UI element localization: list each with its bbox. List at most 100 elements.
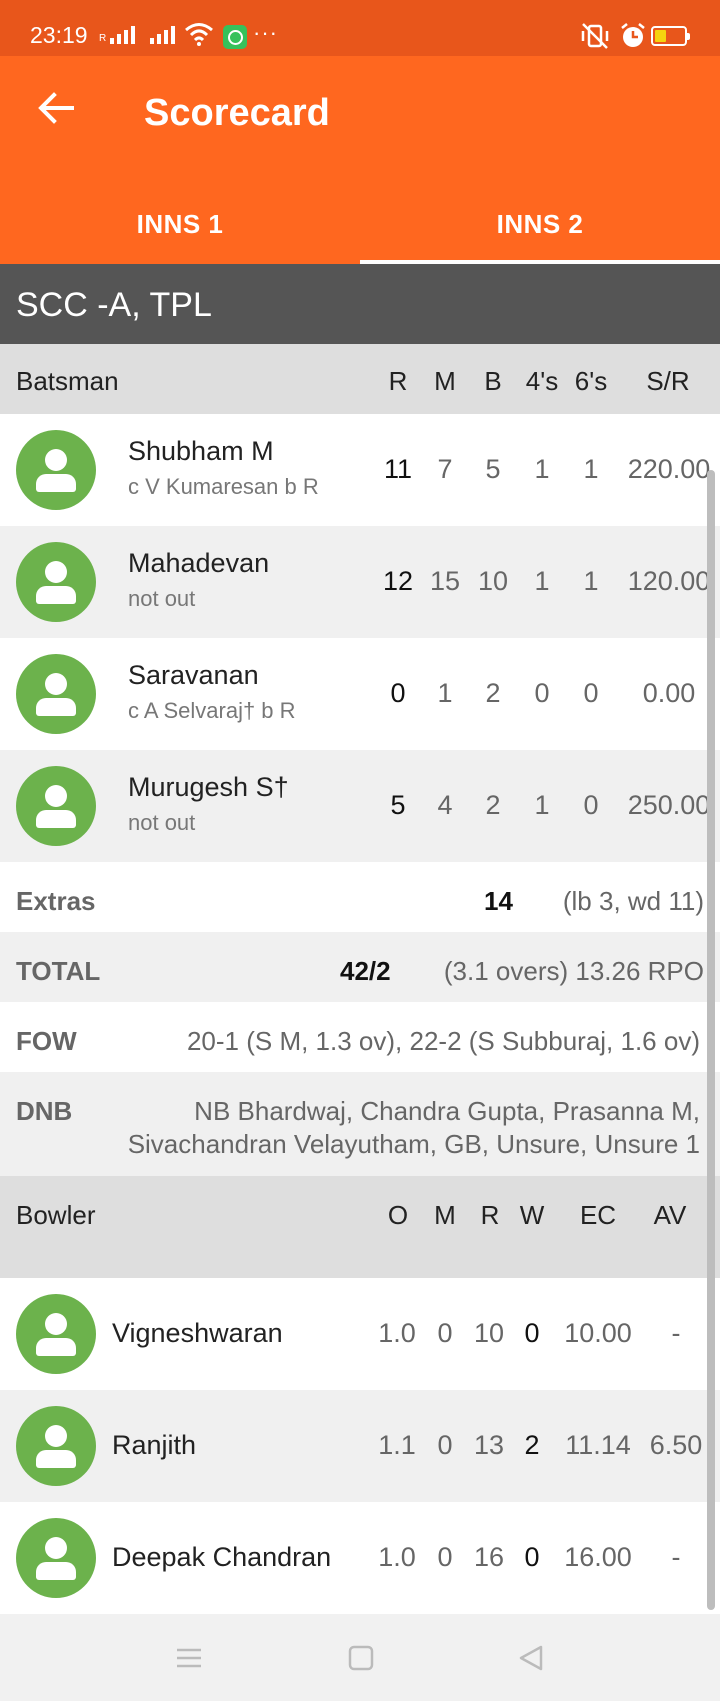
bowling-header: Bowler O M R W EC AV (0, 1176, 720, 1278)
signal-icon: R (99, 24, 136, 44)
batsman-row[interactable]: Saravanan c A Selvaraj† b R 0 1 2 0 0 0.… (0, 638, 720, 750)
runs: 11 (383, 454, 413, 484)
overs: 1.1 (378, 1430, 416, 1460)
dnb-line-1: NB Bhardwaj, Chandra Gupta, Prasanna M, (194, 1096, 700, 1126)
wifi-icon (185, 23, 213, 46)
status-bar: 23:19 R ··· (0, 0, 720, 56)
batsman-name: Mahadevan (128, 548, 270, 578)
header-runs: R (388, 366, 408, 396)
fours: 1 (534, 566, 550, 596)
header-economy: EC (579, 1200, 617, 1230)
menu-icon[interactable] (174, 1643, 204, 1673)
header-strike-rate: S/R (646, 366, 690, 396)
balls: 5 (485, 454, 501, 484)
runs: 12 (382, 566, 414, 596)
dnb-row: DNB NB Bhardwaj, Chandra Gupta, Prasanna… (0, 1072, 720, 1176)
dismissal: c V Kumaresan b R (128, 474, 319, 499)
extras-row: Extras 14 (lb 3, wd 11) (0, 862, 720, 932)
batsman-row[interactable]: Mahadevan not out 12 15 10 1 1 120.00 (0, 526, 720, 638)
batting-header: Batsman R M B 4's 6's S/R (0, 344, 720, 414)
total-detail: (3.1 overs) 13.26 RPO (443, 956, 704, 986)
total-label: TOTAL (16, 956, 101, 986)
overs: 1.0 (378, 1318, 416, 1348)
dnb-label: DNB (16, 1096, 73, 1126)
header-runs-conceded: R (480, 1200, 500, 1230)
signal-icon-2 (150, 24, 175, 44)
batsman-row[interactable]: Shubham M c V Kumaresan b R 11 7 5 1 1 2… (0, 414, 720, 526)
avatar-icon (16, 542, 96, 622)
strike-rate: 0.00 (642, 678, 696, 708)
sixes: 1 (583, 454, 599, 484)
runs: 0 (390, 678, 406, 708)
balls: 10 (477, 566, 509, 596)
runs-conceded: 13 (473, 1430, 505, 1460)
header-fours: 4's (525, 366, 559, 396)
vibrate-mute-icon (581, 23, 609, 49)
fow-text: 20-1 (S M, 1.3 ov), 22-2 (S Subburaj, 1.… (186, 1026, 700, 1056)
tab-inns-1[interactable]: INNS 1 (0, 184, 360, 264)
bowler-row[interactable]: Deepak Chandran 1.0 0 16 0 16.00 - (0, 1502, 720, 1614)
maidens: 0 (437, 1430, 453, 1460)
overs: 1.0 (378, 1542, 416, 1572)
avatar-icon (16, 1294, 96, 1374)
total-row: TOTAL 42/2 (3.1 overs) 13.26 RPO (0, 932, 720, 1002)
runs: 5 (390, 790, 406, 820)
economy: 11.14 (565, 1430, 631, 1460)
dismissal: c A Selvaraj† b R (128, 698, 296, 723)
bowler-name: Deepak Chandran (112, 1542, 332, 1572)
scrollbar[interactable] (707, 470, 715, 1610)
maidens: 0 (437, 1542, 453, 1572)
sixes: 0 (583, 678, 599, 708)
dismissal: not out (128, 810, 196, 835)
runs-conceded: 10 (473, 1318, 505, 1348)
home-square-icon[interactable] (346, 1643, 376, 1673)
system-nav-bar (0, 1615, 720, 1701)
runs-conceded: 16 (473, 1542, 505, 1572)
avatar-icon (16, 654, 96, 734)
strike-rate: 220.00 (627, 454, 711, 484)
whatsapp-icon (223, 25, 247, 49)
bowler-row[interactable]: Vigneshwaran 1.0 0 10 0 10.00 - (0, 1278, 720, 1390)
back-triangle-icon[interactable] (516, 1643, 546, 1673)
alarm-icon (621, 23, 645, 47)
header-minutes: M (434, 366, 456, 396)
back-arrow-icon[interactable] (34, 86, 78, 130)
batsman-name: Saravanan (128, 660, 259, 690)
minutes: 7 (437, 454, 453, 484)
batsman-name: Murugesh S† (128, 772, 289, 802)
avatar-icon (16, 1518, 96, 1598)
sixes: 1 (583, 566, 599, 596)
maidens: 0 (437, 1318, 453, 1348)
wickets: 0 (524, 1318, 540, 1348)
balls: 2 (485, 678, 501, 708)
total-value: 42/2 (340, 956, 391, 986)
fours: 1 (534, 790, 550, 820)
page-title: Scorecard (144, 92, 330, 134)
header-maidens: M (434, 1200, 456, 1230)
bowler-name: Vigneshwaran (112, 1318, 283, 1348)
dnb-line-2: Sivachandran Velayutham, GB, Unsure, Uns… (127, 1129, 700, 1159)
economy: 16.00 (564, 1542, 632, 1572)
average: - (671, 1542, 681, 1572)
average: 6.50 (649, 1430, 703, 1460)
app-bar: Scorecard (0, 56, 720, 184)
tab-inns-2[interactable]: INNS 2 (360, 184, 720, 264)
avatar-icon (16, 1406, 96, 1486)
more-notifications-icon: ··· (253, 20, 278, 45)
wickets: 2 (524, 1430, 540, 1460)
wickets: 0 (524, 1542, 540, 1572)
header-balls: B (484, 366, 502, 396)
header-wickets: W (519, 1200, 545, 1230)
fow-row: FOW 20-1 (S M, 1.3 ov), 22-2 (S Subburaj… (0, 1002, 720, 1072)
strike-rate: 120.00 (627, 566, 711, 596)
economy: 10.00 (564, 1318, 632, 1348)
batsman-name: Shubham M (128, 436, 274, 466)
minutes: 4 (437, 790, 453, 820)
balls: 2 (485, 790, 501, 820)
average: - (671, 1318, 681, 1348)
bowler-row[interactable]: Ranjith 1.1 0 13 2 11.14 6.50 (0, 1390, 720, 1502)
strike-rate: 250.00 (627, 790, 711, 820)
team-name: SCC -A, TPL (0, 264, 720, 344)
battery-icon (651, 26, 690, 46)
batsman-row[interactable]: Murugesh S† not out 5 4 2 1 0 250.00 (0, 750, 720, 862)
